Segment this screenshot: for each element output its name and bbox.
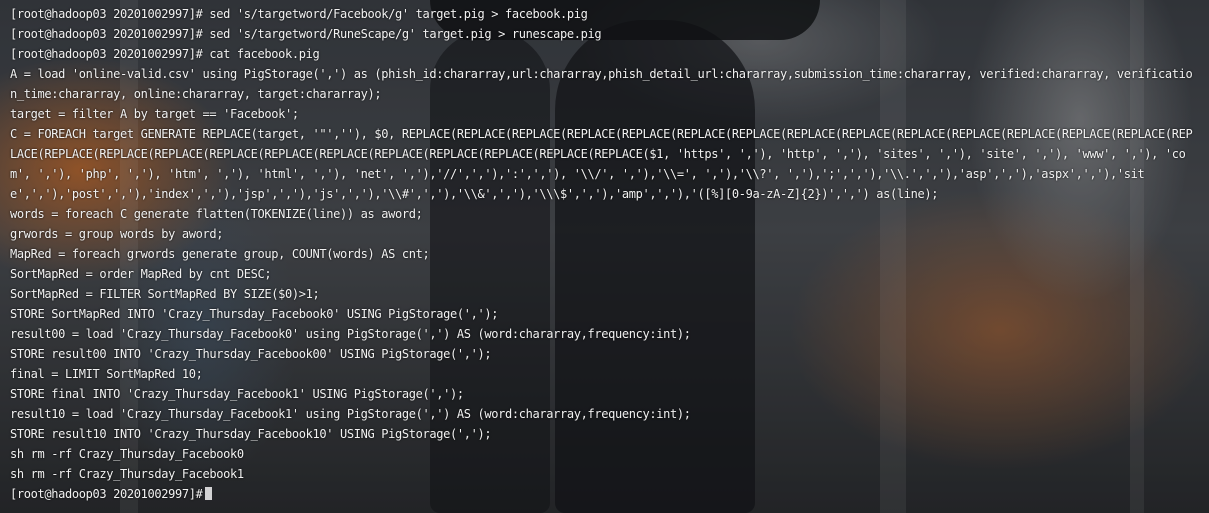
pig-script-line: final = LIMIT SortMapRed 10; [10, 367, 203, 381]
pig-script-line: SortMapRed = FILTER SortMapRed BY SIZE($… [10, 287, 320, 301]
pig-script-line: sh rm -rf Crazy_Thursday_Facebook1 [10, 467, 244, 481]
shell-command-line: [root@hadoop03 20201002997]# sed 's/targ… [10, 7, 588, 21]
pig-script-line: target = filter A by target == 'Facebook… [10, 107, 299, 121]
pig-script-line: MapRed = foreach grwords generate group,… [10, 247, 430, 261]
pig-script-line: words = foreach C generate flatten(TOKEN… [10, 207, 423, 221]
shell-command-line: [root@hadoop03 20201002997]# sed 's/targ… [10, 27, 602, 41]
shell-command-line: [root@hadoop03 20201002997]# cat faceboo… [10, 47, 320, 61]
pig-script-line: C = FOREACH target GENERATE REPLACE(targ… [10, 127, 1193, 201]
pig-script-line: STORE result10 INTO 'Crazy_Thursday_Face… [10, 427, 492, 441]
pig-script-line: STORE final INTO 'Crazy_Thursday_Faceboo… [10, 387, 464, 401]
pig-script-line: result10 = load 'Crazy_Thursday_Facebook… [10, 407, 691, 421]
pig-script-line: A = load 'online-valid.csv' using PigSto… [10, 67, 1193, 101]
pig-script-line: sh rm -rf Crazy_Thursday_Facebook0 [10, 447, 244, 461]
prompt-text: [root@hadoop03 20201002997]# [10, 487, 203, 501]
pig-script-line: result00 = load 'Crazy_Thursday_Facebook… [10, 327, 691, 341]
text-cursor [204, 487, 212, 500]
pig-script-line: grwords = group words by aword; [10, 227, 224, 241]
shell-prompt[interactable]: [root@hadoop03 20201002997]# [10, 484, 1197, 504]
pig-script-line: SortMapRed = order MapRed by cnt DESC; [10, 267, 272, 281]
pig-script-line: STORE SortMapRed INTO 'Crazy_Thursday_Fa… [10, 307, 499, 321]
pig-script-line: STORE result00 INTO 'Crazy_Thursday_Face… [10, 347, 492, 361]
terminal-output[interactable]: [root@hadoop03 20201002997]# sed 's/targ… [0, 0, 1209, 513]
